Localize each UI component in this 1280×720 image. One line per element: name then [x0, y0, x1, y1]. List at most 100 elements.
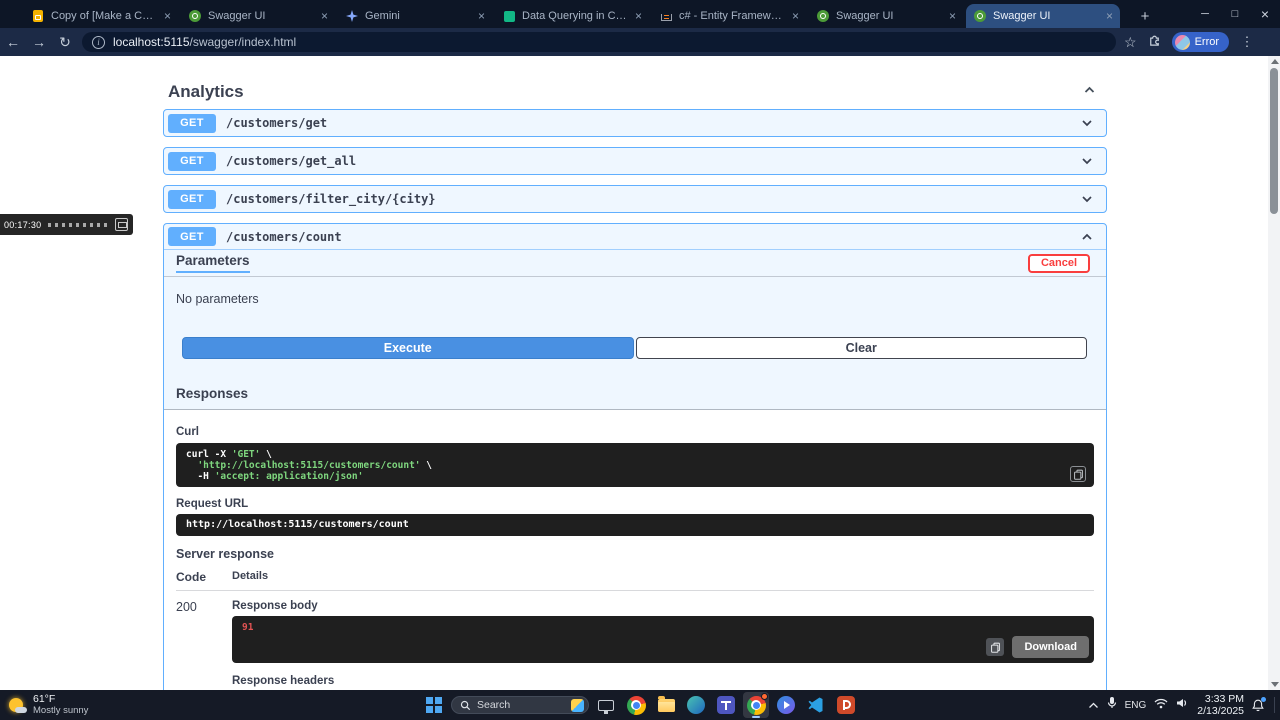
swagger-favicon: [973, 9, 987, 23]
tab-stackoverflow[interactable]: c# - Entity Framework Core; us ×: [652, 4, 806, 28]
media-player-button[interactable]: [773, 692, 799, 718]
new-tab-button[interactable]: +: [1134, 5, 1156, 27]
copy-response-icon[interactable]: [986, 638, 1005, 656]
page-scrollbar[interactable]: [1268, 56, 1280, 690]
tab-close-icon[interactable]: ×: [792, 9, 799, 23]
execute-button[interactable]: Execute: [182, 337, 634, 359]
scrollbar-thumb[interactable]: [1270, 68, 1278, 214]
close-button[interactable]: ×: [1250, 0, 1280, 28]
notification-dot: [1261, 696, 1266, 702]
gemini-favicon: [345, 9, 359, 23]
curl-string: 'http://localhost:5115/customers/count': [197, 460, 421, 471]
notification-center-button[interactable]: [1252, 696, 1266, 712]
download-button[interactable]: Download: [1012, 636, 1089, 658]
vscode-button[interactable]: [803, 692, 829, 718]
responses-header: Responses: [164, 377, 1106, 410]
response-row-200: 200 Response body 91 Download Response h…: [176, 600, 1094, 690]
powerpoint-button[interactable]: [833, 692, 859, 718]
address-bar[interactable]: i localhost:5115/swagger/index.html: [82, 32, 1116, 52]
response-headers-label: Response headers: [232, 675, 335, 687]
response-body-value: 91: [242, 622, 254, 633]
tray-date: 2/13/2025: [1197, 705, 1244, 717]
stackoverflow-favicon: [659, 9, 673, 23]
site-info-icon[interactable]: i: [92, 35, 105, 49]
file-explorer-button[interactable]: [653, 692, 679, 718]
tab-close-icon[interactable]: ×: [949, 9, 956, 23]
edge-button[interactable]: [683, 692, 709, 718]
tab-swagger-1[interactable]: Swagger UI ×: [181, 4, 335, 28]
opblock-header[interactable]: GET /customers/get_all: [164, 148, 1106, 174]
start-button[interactable]: [421, 692, 447, 718]
volume-icon[interactable]: [1176, 696, 1189, 714]
expand-chevron-icon[interactable]: [1080, 154, 1094, 168]
clear-button[interactable]: Clear: [635, 337, 1087, 359]
opblock-header[interactable]: GET /customers/get: [164, 110, 1106, 136]
language-indicator[interactable]: ENG: [1125, 700, 1147, 711]
expand-chevron-icon[interactable]: [1080, 116, 1094, 130]
cancel-button[interactable]: Cancel: [1028, 253, 1090, 273]
minimize-button[interactable]: ─: [1190, 0, 1220, 28]
chrome-taskbar-button[interactable]: [623, 692, 649, 718]
tab-swagger-2[interactable]: Swagger UI ×: [809, 4, 963, 28]
bookmark-star-icon[interactable]: ☆: [1124, 34, 1137, 51]
tab-parameters[interactable]: Parameters: [176, 253, 250, 273]
wifi-icon[interactable]: [1154, 696, 1168, 714]
tab-datacamp[interactable]: Data Querying in C#: Create an ×: [495, 4, 649, 28]
teams-button[interactable]: [713, 692, 739, 718]
section-header-analytics[interactable]: Analytics: [163, 78, 1107, 106]
browser-menu-icon[interactable]: ⋮: [1239, 34, 1255, 50]
response-details: Response body 91 Download Response heade…: [232, 600, 1094, 690]
response-table-header: Code Details: [176, 570, 1094, 591]
status-code: 200: [176, 600, 197, 614]
datacamp-favicon: [502, 9, 516, 23]
extensions-puzzle-icon[interactable]: [1147, 32, 1162, 52]
opblock-header[interactable]: GET /customers/count: [164, 224, 1106, 250]
tray-expand-chevron-icon[interactable]: [1088, 696, 1099, 714]
chrome-active-button[interactable]: [743, 692, 769, 718]
copy-curl-icon[interactable]: [1070, 466, 1086, 482]
folder-icon: [657, 695, 675, 712]
profile-chip[interactable]: Error: [1171, 32, 1230, 52]
expand-chevron-icon[interactable]: [1080, 192, 1094, 206]
tab-close-icon[interactable]: ×: [1106, 9, 1113, 23]
tab-google-slides[interactable]: Copy of [Make a Copy] v.5.0 Sli ×: [24, 4, 178, 28]
browser-toolbar: ← → ↻ i localhost:5115/swagger/index.htm…: [0, 28, 1280, 56]
tab-close-icon[interactable]: ×: [635, 9, 642, 23]
google-slides-favicon: [31, 9, 45, 23]
show-desktop-divider[interactable]: [1274, 697, 1275, 713]
maximize-button[interactable]: □: [1220, 0, 1250, 28]
tab-close-icon[interactable]: ×: [164, 9, 171, 23]
curl-text: -H: [186, 471, 215, 482]
method-badge-get: GET: [168, 189, 216, 209]
profile-name: Error: [1194, 36, 1220, 48]
clock-widget[interactable]: 3:33 PM 2/13/2025: [1197, 693, 1244, 717]
section-collapse-chevron-icon[interactable]: [1082, 83, 1097, 102]
curl-string: 'GET': [231, 449, 261, 460]
swagger-favicon: [816, 9, 830, 23]
taskbar-search[interactable]: Search: [451, 696, 589, 714]
scroll-up-arrow-icon[interactable]: [1270, 59, 1279, 64]
weather-widget[interactable]: 61°F Mostly sunny: [6, 693, 88, 716]
scroll-down-arrow-icon[interactable]: [1270, 682, 1279, 687]
tab-close-icon[interactable]: ×: [478, 9, 485, 23]
tab-close-icon[interactable]: ×: [321, 9, 328, 23]
avatar: [1174, 34, 1190, 50]
opblock-header[interactable]: GET /customers/filter_city/{city}: [164, 186, 1106, 212]
search-label: Search: [477, 699, 511, 711]
tab-swagger-active[interactable]: Swagger UI ×: [966, 4, 1120, 28]
response-body-block: 91 Download: [232, 616, 1094, 663]
back-icon[interactable]: ←: [0, 34, 26, 50]
task-view-button[interactable]: [593, 692, 619, 718]
microphone-icon[interactable]: [1107, 696, 1117, 714]
response-body-label: Response body: [232, 600, 318, 612]
collapse-chevron-icon[interactable]: [1080, 230, 1094, 244]
tab-gemini[interactable]: Gemini ×: [338, 4, 492, 28]
search-highlight-icon: [571, 698, 584, 712]
reload-icon[interactable]: ↻: [52, 34, 78, 51]
recorder-display-icon[interactable]: [115, 218, 128, 231]
forward-icon[interactable]: →: [26, 34, 52, 50]
opblock-customers-filter-city: GET /customers/filter_city/{city}: [163, 185, 1107, 213]
vscode-icon: [808, 697, 823, 713]
screen-recorder-widget[interactable]: 00:17:30: [0, 214, 133, 235]
curl-text: \: [260, 449, 272, 460]
